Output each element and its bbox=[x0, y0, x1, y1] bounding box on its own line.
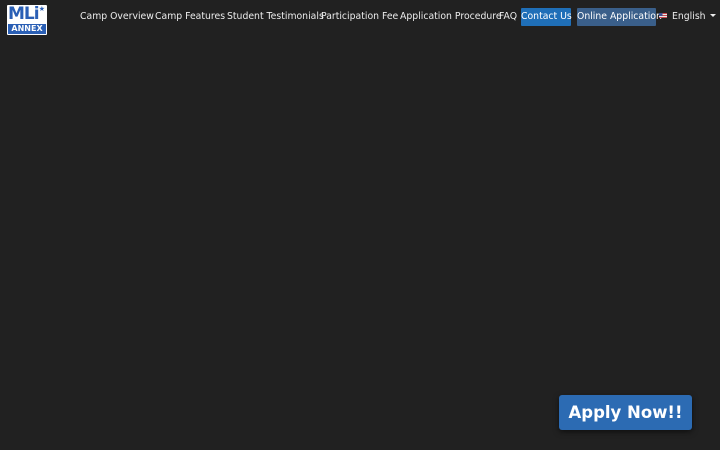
logo-star-icon: ★ bbox=[38, 5, 45, 13]
us-flag-icon bbox=[659, 13, 667, 18]
site-logo[interactable]: MLi ★ ANNEX bbox=[7, 5, 47, 35]
logo-annex-text: ANNEX bbox=[8, 24, 46, 34]
nav-student-testimonials[interactable]: Student Testimonials bbox=[227, 8, 324, 26]
nav-participation-fee[interactable]: Participation Fee bbox=[321, 8, 398, 26]
top-navbar: MLi ★ ANNEX Camp Overview Camp Features … bbox=[0, 0, 720, 36]
logo-mli-text: MLi bbox=[8, 5, 40, 24]
contact-us-button[interactable]: Contact Us bbox=[521, 8, 572, 26]
online-application-button[interactable]: Online Application bbox=[577, 8, 662, 26]
nav-faq[interactable]: FAQ bbox=[499, 8, 517, 26]
caret-down-icon bbox=[709, 14, 716, 17]
nav-application-procedure[interactable]: Application Procedure bbox=[400, 8, 502, 26]
nav-camp-features[interactable]: Camp Features bbox=[155, 8, 225, 26]
nav-camp-overview[interactable]: Camp Overview bbox=[80, 8, 154, 26]
language-label: English bbox=[672, 11, 706, 22]
language-selector[interactable]: English bbox=[659, 8, 716, 26]
apply-now-button[interactable]: Apply Now!! bbox=[559, 395, 692, 430]
page: MLi ★ ANNEX Camp Overview Camp Features … bbox=[0, 0, 720, 450]
